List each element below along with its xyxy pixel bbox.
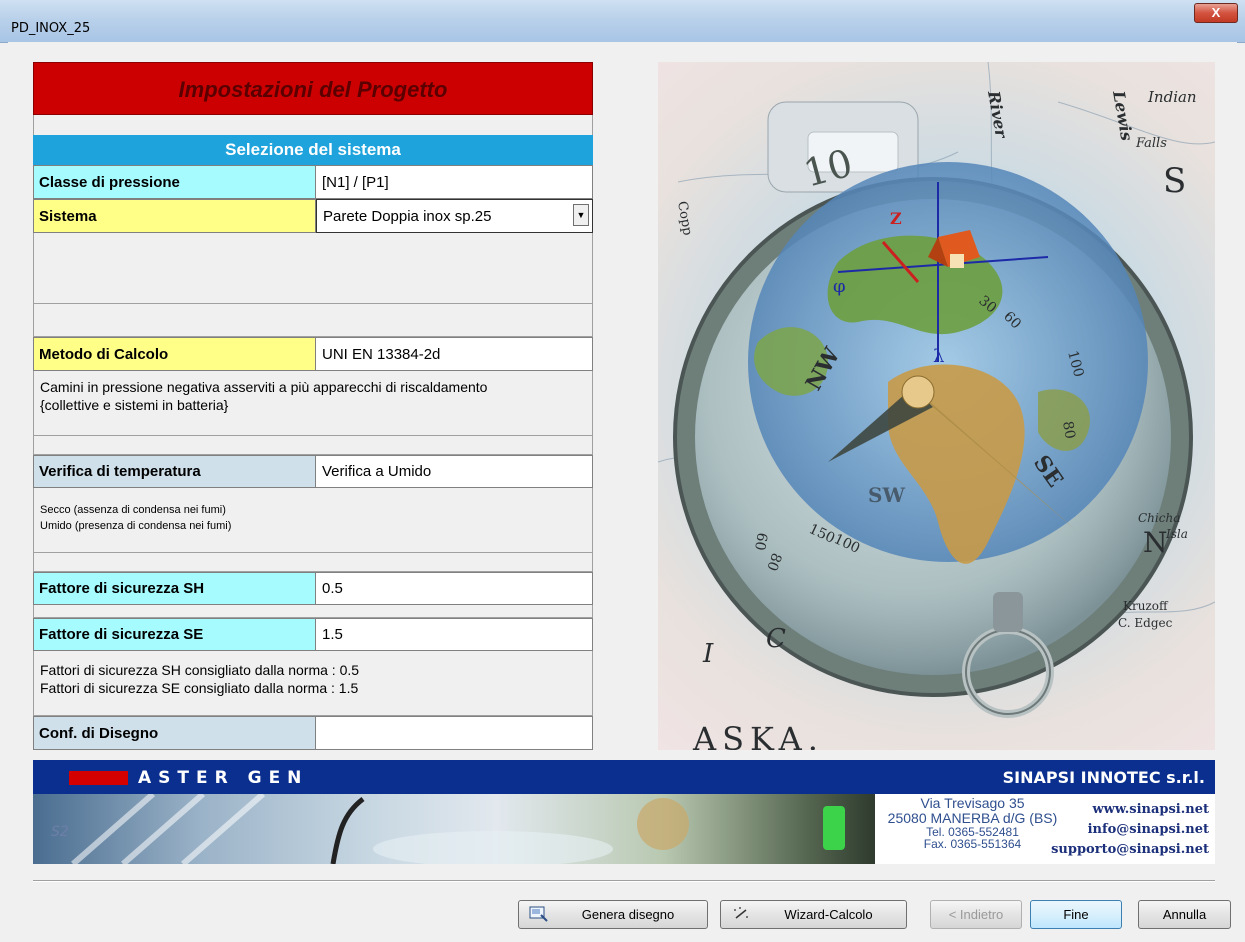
map-letter: S (1163, 161, 1186, 201)
contact-info: Via Trevisago 35 25080 MANERBA d/G (BS) … (875, 794, 1215, 864)
company-banner: ASTER GEN SINAPSI INNOTEC s.r.l. S2 Via … (33, 760, 1215, 864)
metodo-value: UNI EN 13384-2d (316, 337, 593, 371)
banner-graphic: S2 (51, 794, 845, 864)
drawing-icon (529, 906, 548, 922)
dialog-window: PD_INOX_25 X Impostazioni del Progetto S… (0, 0, 1245, 942)
conf-input[interactable] (316, 716, 593, 750)
spacer-row (33, 303, 593, 337)
map-label: Kruzoff (1123, 599, 1169, 613)
genera-disegno-label: Genera disegno (581, 907, 675, 922)
fax-text: Fax. 0365-551364 (923, 837, 1022, 851)
section-header: Selezione del sistema (33, 135, 593, 165)
spacer-row (33, 605, 593, 618)
close-button[interactable]: X (1194, 3, 1238, 23)
panel-header: Impostazioni del Progetto (33, 62, 593, 115)
verifica-desc-line: Umido (presenza di condensa nei fumi) (40, 520, 232, 532)
verifica-description: Secco (assenza di condensa nei fumi) Umi… (33, 488, 593, 553)
dial-number: 60 (751, 531, 770, 551)
annulla-button[interactable]: Annulla (1138, 900, 1231, 929)
metodo-desc-line: {collettive e sistemi in batteria} (40, 397, 229, 413)
conf-row: Conf. di Disegno (33, 716, 593, 750)
address-line: Via Trevisago 35 (920, 795, 1025, 811)
fine-button[interactable]: Fine (1030, 900, 1122, 929)
se-input[interactable]: 1.5 (316, 618, 593, 651)
compass-letter: Z (890, 209, 902, 228)
classe-row: Classe di pressione [N1] / [P1] (33, 165, 593, 199)
map-label: Falls (1135, 136, 1167, 151)
spacer-row (33, 436, 593, 455)
map-letter: N (1143, 526, 1168, 559)
verifica-value: Verifica a Umido (316, 455, 593, 488)
map-label: Copp (674, 200, 695, 237)
metodo-desc-line: Camini in pressione negativa asserviti a… (40, 379, 488, 395)
settings-panel: Impostazioni del Progetto Selezione del … (33, 62, 593, 750)
compass-globe-image: River Lewis Indian Falls Copp Kruzoff C.… (658, 62, 1215, 750)
window-title: PD_INOX_25 (11, 21, 91, 36)
sistema-label: Sistema (33, 199, 316, 233)
wizard-calcolo-button[interactable]: Wizard-Calcolo (720, 900, 907, 929)
compass-letter: λ (933, 346, 944, 367)
fattori-desc-line: Fattori di sicurezza SH consigliato dall… (40, 662, 360, 678)
se-label: Fattore di sicurezza SE (33, 618, 316, 651)
wizard-calcolo-label: Wizard-Calcolo (784, 907, 873, 922)
spacer-row (33, 553, 593, 572)
metodo-row: Metodo di Calcolo UNI EN 13384-2d (33, 337, 593, 371)
metodo-description: Camini in pressione negativa asserviti a… (33, 371, 593, 436)
fattori-desc-line: Fattori di sicurezza SE consigliato dall… (40, 680, 359, 696)
web-links: www.sinapsi.net info@sinapsi.net support… (1051, 800, 1209, 860)
map-letter: I (702, 639, 714, 669)
banner-image: S2 (33, 794, 875, 864)
classe-label: Classe di pressione (33, 165, 316, 199)
map-label: Isla (1165, 527, 1188, 541)
banner-bar: ASTER GEN SINAPSI INNOTEC s.r.l. (33, 760, 1215, 794)
fattori-description: Fattori di sicurezza SH consigliato dall… (33, 651, 593, 716)
verifica-label: Verifica di temperatura (33, 455, 316, 488)
spacer-row (33, 233, 593, 303)
sh-label: Fattore di sicurezza SH (33, 572, 316, 605)
classe-value: [N1] / [P1] (316, 165, 593, 199)
genera-disegno-button[interactable]: Genera disegno (518, 900, 708, 929)
map-label: River (984, 88, 1011, 140)
sistema-select[interactable]: Parete Doppia inox sp.25 ▼ (316, 199, 593, 233)
se-row: Fattore di sicurezza SE 1.5 (33, 618, 593, 651)
title-bar[interactable]: PD_INOX_25 X (0, 0, 1245, 43)
map-label: Indian (1147, 88, 1197, 106)
map-label: Chicha (1138, 511, 1180, 525)
info-email-link[interactable]: info@sinapsi.net (1051, 820, 1209, 840)
sistema-row: Sistema Parete Doppia inox sp.25 ▼ (33, 199, 593, 233)
address-line: 25080 MANERBA d/G (BS) (887, 810, 1058, 826)
map-label: ASKA. (692, 720, 824, 750)
verifica-desc-line: Secco (assenza di condensa nei fumi) (40, 504, 226, 516)
indietro-button[interactable]: < Indietro (930, 900, 1022, 929)
s2-badge: S2 (51, 824, 69, 840)
compass-globe-graphic: River Lewis Indian Falls Copp Kruzoff C.… (658, 62, 1215, 750)
metodo-label: Metodo di Calcolo (33, 337, 316, 371)
sinapsi-logo: SINAPSI INNOTEC s.r.l. (1002, 768, 1205, 787)
aster-gen-logo: ASTER GEN (138, 768, 309, 788)
support-email-link[interactable]: supporto@sinapsi.net (1051, 840, 1209, 860)
compass-letter: SW (868, 483, 905, 507)
sh-input[interactable]: 0.5 (316, 572, 593, 605)
conf-label: Conf. di Disegno (33, 716, 316, 750)
verifica-row: Verifica di temperatura Verifica a Umido (33, 455, 593, 488)
map-label: C. Edgec (1118, 616, 1173, 630)
sistema-select-value: Parete Doppia inox sp.25 (323, 207, 492, 225)
magic-wand-icon (734, 907, 748, 919)
compass-letter: φ (833, 276, 846, 297)
map-label: Lewis (1109, 88, 1137, 142)
spacer-row (33, 115, 593, 135)
dial-number: 80 (1059, 420, 1078, 440)
website-link[interactable]: www.sinapsi.net (1051, 800, 1209, 820)
chevron-down-icon[interactable]: ▼ (573, 204, 589, 226)
address-block: Via Trevisago 35 25080 MANERBA d/G (BS) … (875, 795, 1070, 851)
divider-line (33, 880, 1215, 882)
map-letter: C (766, 624, 786, 654)
sh-row: Fattore di sicurezza SH 0.5 (33, 572, 593, 605)
brand-red-bar (69, 771, 128, 785)
